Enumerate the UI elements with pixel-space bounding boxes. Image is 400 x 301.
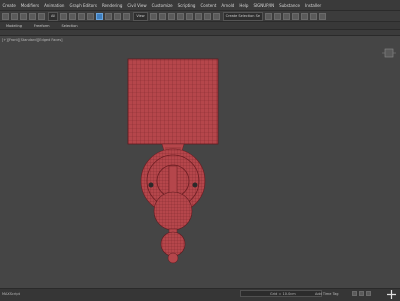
snaps-toggle-icon[interactable] [176, 12, 184, 20]
undo-icon[interactable] [2, 12, 9, 20]
align-icon[interactable] [274, 12, 282, 20]
key-mode-icon[interactable] [366, 291, 371, 296]
menu-rendering[interactable]: Rendering [99, 3, 124, 8]
menu-graph-editors[interactable]: Graph Editors [67, 3, 99, 8]
material-editor-icon[interactable] [301, 12, 309, 20]
manipulate-icon[interactable] [158, 12, 166, 20]
edit-named-selection-icon[interactable] [212, 12, 220, 20]
percent-snap-icon[interactable] [194, 12, 202, 20]
wall-lamp-model[interactable] [0, 36, 400, 288]
reference-coordinate-dropdown[interactable]: View [133, 11, 148, 21]
menu-content[interactable]: Content [198, 3, 219, 8]
menu-arnold[interactable]: Arnold [219, 3, 237, 8]
select-object-icon[interactable] [60, 12, 68, 20]
menu-installer[interactable]: Installer [303, 3, 324, 8]
menu-customize[interactable]: Customize [149, 3, 175, 8]
menu-bar: Create Modifiers Animation Graph Editors… [0, 0, 400, 11]
select-and-place-icon[interactable] [123, 12, 131, 20]
menu-signup[interactable]: SIGNUP/IN [251, 3, 277, 8]
tab-selection[interactable]: Selection [56, 24, 84, 28]
menu-substance[interactable]: Substance [277, 3, 303, 8]
layer-explorer-icon[interactable] [283, 12, 291, 20]
lamp-shade[interactable] [127, 58, 219, 145]
menu-scripting[interactable]: Scripting [175, 3, 198, 8]
window-crossing-icon[interactable] [87, 12, 95, 20]
menu-create[interactable]: Create [0, 3, 18, 8]
menu-modifiers[interactable]: Modifiers [18, 3, 41, 8]
tab-modeling[interactable]: Modeling [0, 24, 28, 28]
bind-space-warp-icon[interactable] [38, 12, 45, 20]
main-toolbar: All View Create Selection Se [0, 11, 400, 22]
select-and-scale-icon[interactable] [114, 12, 122, 20]
named-selection-dropdown[interactable]: Create Selection Se [222, 11, 264, 21]
curve-editor-icon[interactable] [292, 12, 300, 20]
mirror-icon[interactable] [265, 12, 273, 20]
large-sphere[interactable] [153, 191, 193, 231]
spinner-snap-icon[interactable] [203, 12, 211, 20]
small-sphere[interactable] [160, 231, 186, 257]
select-and-rotate-icon[interactable] [105, 12, 113, 20]
grid-readout: Grid = 10.0cm [270, 292, 296, 296]
keyboard-shortcut-icon[interactable] [167, 12, 175, 20]
pan-view-icon[interactable] [387, 290, 396, 299]
redo-icon[interactable] [11, 12, 18, 20]
select-by-name-icon[interactable] [69, 12, 77, 20]
angle-snap-icon[interactable] [185, 12, 193, 20]
ribbon-tabs: Modeling Freeform Selection [0, 22, 400, 30]
render-setup-icon[interactable] [310, 12, 318, 20]
unlink-icon[interactable] [29, 12, 36, 20]
maxscript-listener[interactable]: MAXScript [2, 292, 20, 296]
status-bar: MAXScript Grid = 10.0cm Add Time Tag [0, 288, 400, 301]
play-icon[interactable] [352, 291, 357, 296]
render-icon[interactable] [319, 12, 327, 20]
bottom-finial[interactable] [167, 252, 179, 264]
front-viewport[interactable]: [+][Front][Standard][Edged Faces] [0, 36, 400, 288]
menu-help[interactable]: Help [237, 3, 251, 8]
pivot-point-icon[interactable] [149, 12, 157, 20]
rectangular-selection-icon[interactable] [78, 12, 86, 20]
add-time-tag-button[interactable]: Add Time Tag [315, 292, 339, 296]
menu-animation[interactable]: Animation [42, 3, 67, 8]
selection-filter-dropdown[interactable]: All [48, 11, 59, 21]
menu-civil-view[interactable]: Civil View [125, 3, 149, 8]
tab-freeform[interactable]: Freeform [28, 24, 56, 28]
select-and-move-icon[interactable] [96, 12, 104, 20]
next-frame-icon[interactable] [359, 291, 364, 296]
link-icon[interactable] [20, 12, 27, 20]
